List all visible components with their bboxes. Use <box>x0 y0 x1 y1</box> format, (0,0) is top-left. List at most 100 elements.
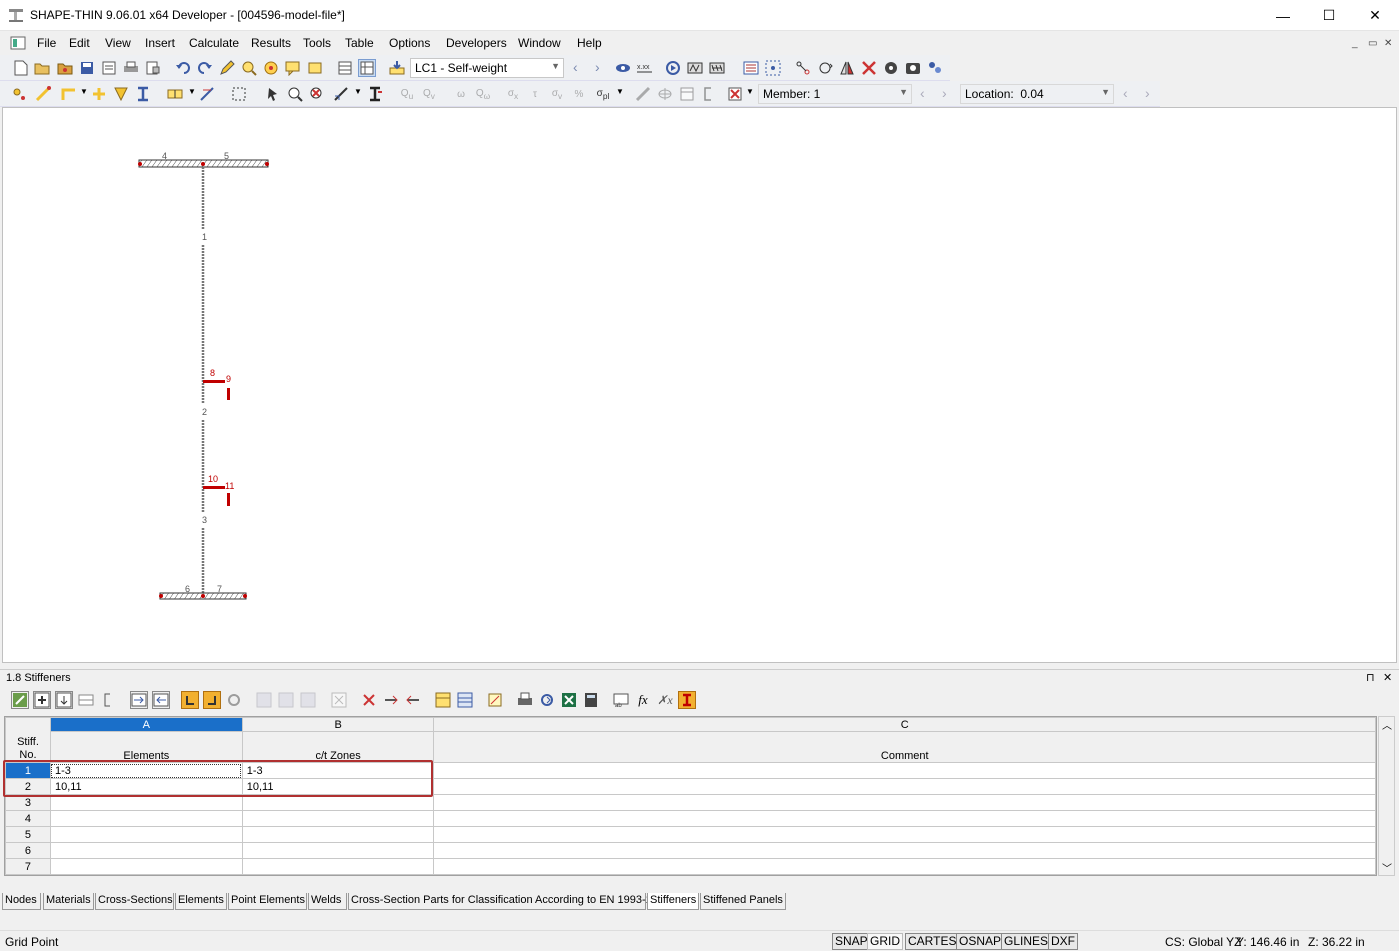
comment-cell[interactable] <box>433 810 1376 827</box>
loadcase-select[interactable]: LC1 - Self-weight ▼ <box>410 58 564 78</box>
menu-tools[interactable]: Tools <box>303 36 331 50</box>
node-tool-icon[interactable] <box>10 85 28 103</box>
chevron-down-icon[interactable]: ▼ <box>80 87 88 96</box>
calculator-icon[interactable] <box>582 691 600 709</box>
tab-point-elements[interactable]: Point Elements <box>228 893 307 910</box>
select-zoom-icon[interactable] <box>286 85 304 103</box>
column-c-header[interactable]: C <box>433 717 1376 732</box>
scroll-up-icon[interactable]: ︿ <box>1382 717 1392 732</box>
previous-loadcase-icon[interactable]: ‹ <box>573 59 578 75</box>
stiffener-1[interactable] <box>203 380 225 383</box>
clear-rows-icon[interactable] <box>77 691 95 709</box>
row-number[interactable]: 6 <box>5 842 51 859</box>
row-number[interactable]: 7 <box>5 858 51 875</box>
mdi-minimize-button[interactable]: _ <box>1352 38 1358 49</box>
menu-help[interactable]: Help <box>577 36 602 50</box>
delete-cross-icon[interactable] <box>860 59 878 77</box>
table-columns-icon[interactable] <box>434 691 452 709</box>
elements-cell[interactable] <box>49 842 243 859</box>
row-number[interactable]: 5 <box>5 826 51 843</box>
chevron-down-icon[interactable]: ▼ <box>188 87 196 96</box>
cross-section-drawing[interactable]: 4 5 1 8 9 2 10 11 3 6 7 <box>3 108 1398 664</box>
ct-zones-cell[interactable] <box>241 810 435 827</box>
point-element-icon[interactable] <box>90 85 108 103</box>
mdi-close-button[interactable]: ✕ <box>1384 38 1392 49</box>
copy-icon[interactable] <box>382 691 400 709</box>
new-icon[interactable] <box>12 59 30 77</box>
model-canvas[interactable]: 4 5 1 8 9 2 10 11 3 6 7 <box>2 107 1397 663</box>
table-row[interactable]: 4 <box>5 810 1376 827</box>
dxf-toggle[interactable]: DXF <box>1048 933 1078 950</box>
pin-icon[interactable]: ⊓ <box>1366 671 1375 684</box>
panel-close-icon[interactable]: ✕ <box>1383 671 1392 684</box>
animation-icon[interactable] <box>664 59 682 77</box>
section-view-icon[interactable] <box>686 59 704 77</box>
open-icon[interactable] <box>33 59 51 77</box>
column-b-header[interactable]: B <box>241 717 435 732</box>
section-properties-icon[interactable] <box>366 85 384 103</box>
stress-sigma-x-icon[interactable]: σx <box>504 85 522 103</box>
excel-icon[interactable] <box>560 691 578 709</box>
move-down-icon[interactable] <box>277 691 295 709</box>
note-icon[interactable] <box>486 691 504 709</box>
table-view-icon[interactable] <box>336 59 354 77</box>
bracket-icon[interactable] <box>700 85 718 103</box>
results-display-icon[interactable] <box>614 59 632 77</box>
redo-table-icon[interactable] <box>203 691 221 709</box>
menu-calculate[interactable]: Calculate <box>189 36 239 50</box>
tab-welds[interactable]: Welds <box>308 893 347 910</box>
menu-developers[interactable]: Developers <box>446 36 507 50</box>
move-up-icon[interactable] <box>255 691 273 709</box>
next-location-icon[interactable]: › <box>1145 85 1150 101</box>
measure-icon[interactable] <box>332 85 350 103</box>
section-shape-icon[interactable] <box>134 85 152 103</box>
ruler-icon[interactable] <box>634 85 652 103</box>
percent-icon[interactable]: % <box>570 85 588 103</box>
printout-report-icon[interactable] <box>144 59 162 77</box>
node-point[interactable] <box>201 162 205 166</box>
grid-snap-icon[interactable] <box>764 59 782 77</box>
formula-icon[interactable]: fx <box>634 691 652 709</box>
undo-table-icon[interactable] <box>181 691 199 709</box>
import-icon[interactable] <box>130 691 148 709</box>
plastic-stress-icon[interactable]: σpl <box>594 85 612 103</box>
menu-window[interactable]: Window <box>518 36 561 50</box>
glines-toggle[interactable]: GLINES <box>1001 933 1052 950</box>
ct-zones-cell[interactable] <box>241 842 435 859</box>
stress-sigma-v-icon[interactable]: σv <box>548 85 566 103</box>
tab-stiffeners[interactable]: Stiffeners <box>647 893 699 910</box>
node-point[interactable] <box>159 594 163 598</box>
result-values-icon[interactable]: x.xx <box>636 59 654 77</box>
view-settings-icon[interactable] <box>882 59 900 77</box>
connect-nodes-icon[interactable] <box>794 59 812 77</box>
tab-elements[interactable]: Elements <box>175 893 227 910</box>
menu-results[interactable]: Results <box>251 36 291 50</box>
target-icon[interactable] <box>262 59 280 77</box>
menu-insert[interactable]: Insert <box>145 36 175 50</box>
table-filter-icon[interactable] <box>678 85 696 103</box>
section-highlight-icon[interactable] <box>678 691 696 709</box>
table-rows-icon[interactable] <box>456 691 474 709</box>
comment-icon[interactable] <box>284 59 302 77</box>
clear-icon[interactable] <box>330 691 348 709</box>
export-icon[interactable] <box>152 691 170 709</box>
snap-toggle[interactable]: SNAP <box>832 933 871 950</box>
stiffener-2-lip[interactable] <box>227 493 230 506</box>
edit-pencil-icon[interactable] <box>218 59 236 77</box>
table-scrollbar[interactable]: ︿ ﹀ <box>1378 716 1395 876</box>
tab-nodes[interactable]: Nodes <box>2 893 41 910</box>
shear-qv-icon[interactable]: Qv <box>420 85 438 103</box>
previous-member-icon[interactable]: ‹ <box>920 85 925 101</box>
mdi-restore-button[interactable]: ▭ <box>1368 38 1377 49</box>
row-number[interactable]: 4 <box>5 810 51 827</box>
elements-cell[interactable] <box>49 858 243 875</box>
ellipse-icon[interactable] <box>656 85 674 103</box>
chevron-down-icon[interactable]: ▼ <box>616 87 624 96</box>
print-table-icon[interactable] <box>516 691 534 709</box>
rotate-icon[interactable] <box>816 59 834 77</box>
column-a-header[interactable]: A <box>49 717 243 732</box>
chevron-down-icon[interactable]: ▼ <box>354 87 362 96</box>
next-loadcase-icon[interactable]: › <box>595 59 600 75</box>
insert-row-icon[interactable] <box>33 691 51 709</box>
node-point[interactable] <box>243 594 247 598</box>
